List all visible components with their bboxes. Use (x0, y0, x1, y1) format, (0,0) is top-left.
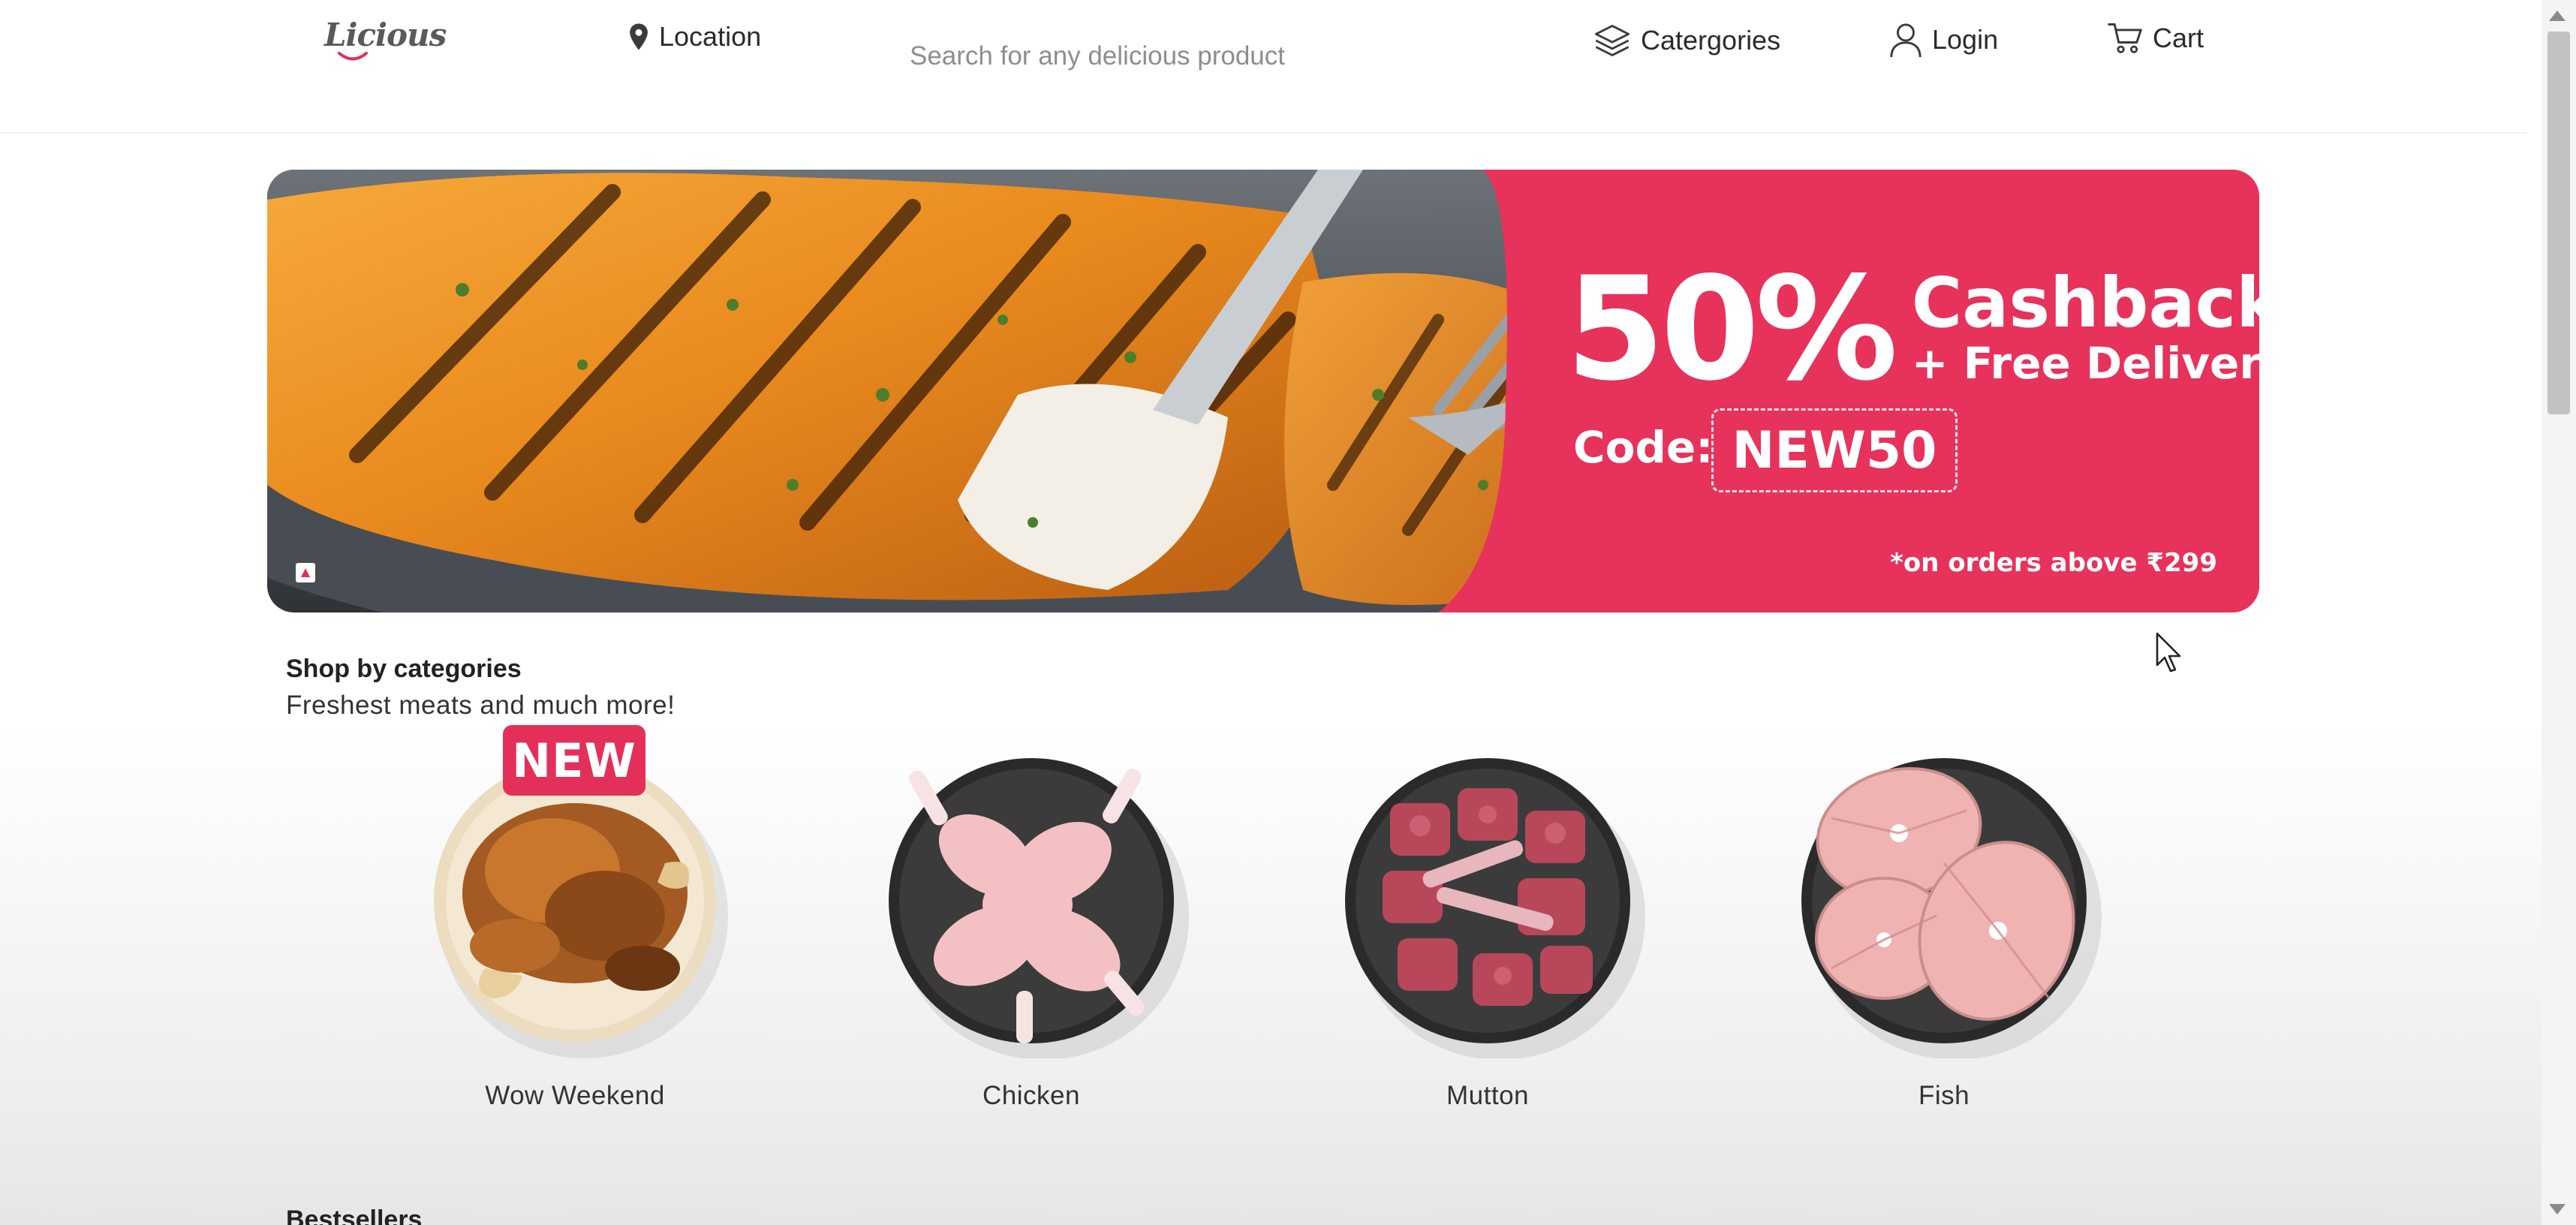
promo-percent: 50% (1566, 246, 1898, 412)
location-pin-icon (630, 23, 648, 50)
user-icon (1890, 23, 1921, 58)
cart-icon (2108, 23, 2142, 53)
promo-cashback-group: Cashback* + Free Delivery (1912, 269, 2259, 390)
licious-logo[interactable]: Licious (324, 17, 447, 53)
section-subtitle: Freshest meats and much more! (286, 691, 676, 720)
raw-chicken-image (889, 758, 1189, 1060)
page: Licious Location Catergories (0, 0, 2576, 1225)
promo-headline: 50% Cashback* + Free Delivery (1566, 258, 2259, 401)
scroll-down-arrow[interactable] (2549, 1204, 2565, 1214)
cart-button[interactable]: Cart (2108, 21, 2204, 56)
promo-cashback: Cashback* (1912, 269, 2259, 338)
promo-free-delivery: + Free Delivery (1911, 338, 2259, 390)
category-label: Mutton (1446, 1081, 1529, 1110)
scrollbar-thumb[interactable] (2547, 32, 2570, 414)
scroll-up-arrow[interactable] (2549, 11, 2565, 21)
ad-info-icon[interactable] (296, 563, 315, 582)
promo-cashback-text: Cashback (1911, 263, 2259, 344)
promo-terms-note: *on orders above ₹299 (1890, 548, 2217, 578)
category-fish[interactable]: Fish (1786, 743, 2102, 1110)
section-title-shop-by-categories: Shop by categories (286, 655, 522, 683)
category-label: Wow Weekend (485, 1081, 665, 1110)
login-button[interactable]: Login (1888, 21, 1998, 59)
promo-code-label: Code: (1573, 422, 1714, 473)
category-label: Chicken (983, 1081, 1080, 1110)
login-label: Login (1932, 24, 1999, 55)
section-title-bestsellers: Bestsellers (286, 1205, 423, 1225)
promo-banner[interactable]: 50% Cashback* + Free Delivery Code: NEW5… (267, 170, 2259, 612)
logo-smile-mark (338, 52, 368, 61)
location-selector[interactable]: Location (627, 21, 761, 53)
category-label: Fish (1918, 1081, 1970, 1110)
header: Licious Location Catergories (0, 0, 2526, 134)
search-input[interactable] (908, 35, 1482, 78)
mouse-cursor-icon (2156, 632, 2181, 673)
location-label: Location (659, 21, 762, 52)
cart-label: Cart (2153, 23, 2204, 53)
raw-mutton-image (1345, 758, 1645, 1060)
layers-icon (1594, 25, 1630, 56)
new-badge: NEW (503, 725, 646, 796)
category-mutton[interactable]: Mutton (1330, 743, 1645, 1110)
categories-label: Catergories (1641, 25, 1781, 56)
categories-menu[interactable]: Catergories (1593, 21, 1780, 60)
category-chicken[interactable]: Chicken (874, 743, 1189, 1110)
fish-steaks-image (1801, 758, 2102, 1060)
promo-code-box[interactable]: NEW50 (1711, 408, 1958, 492)
